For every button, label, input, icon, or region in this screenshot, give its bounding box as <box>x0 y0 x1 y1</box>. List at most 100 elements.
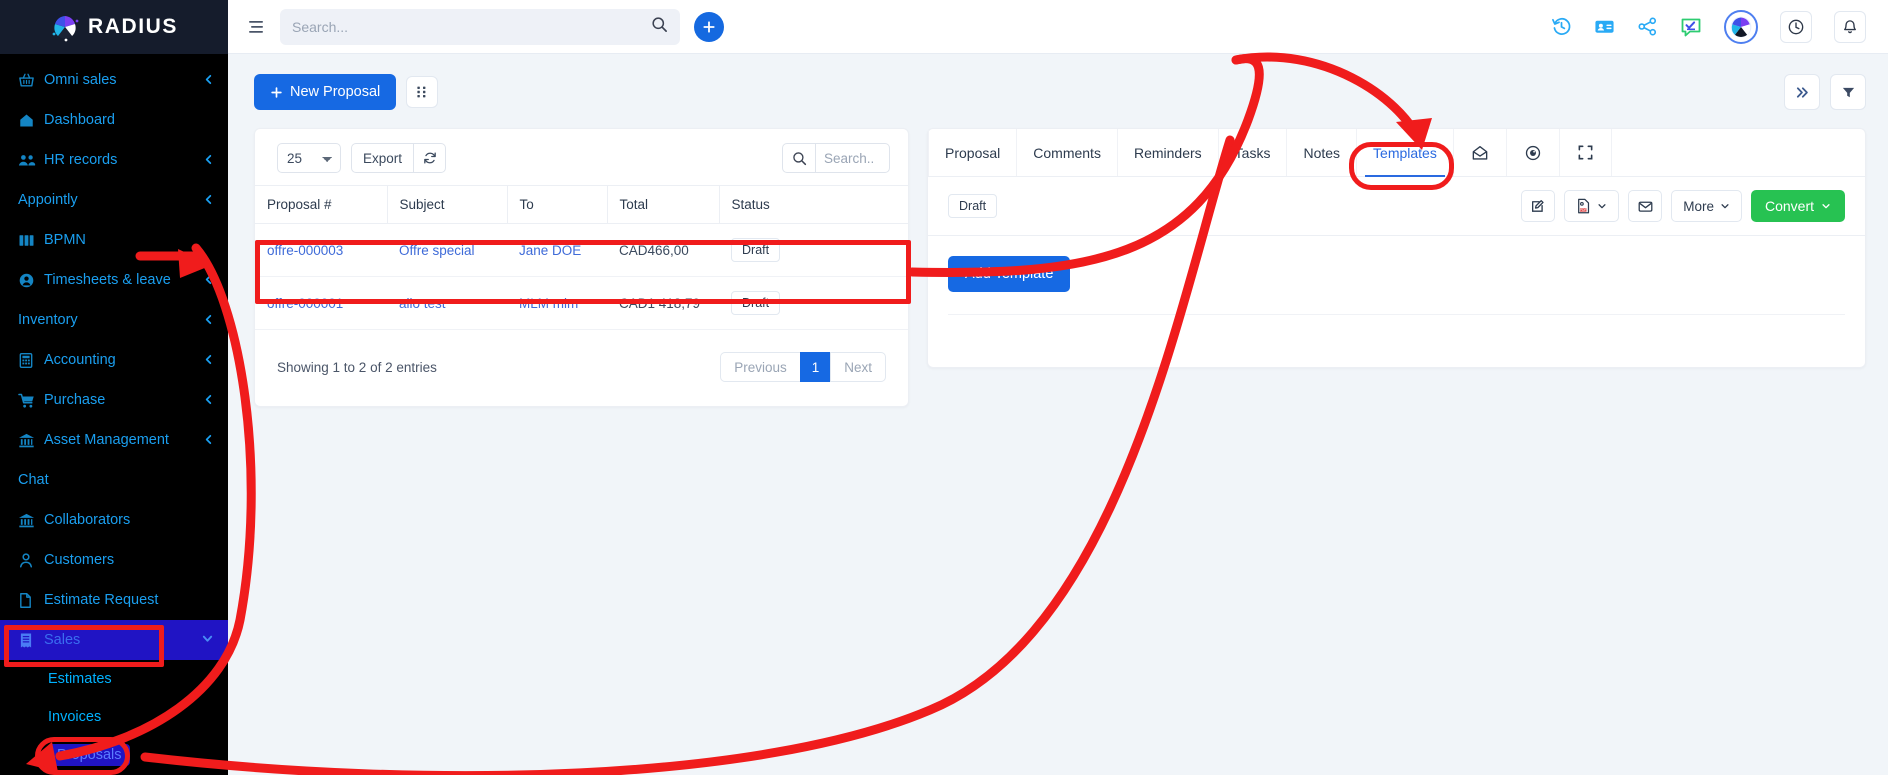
tab-notes[interactable]: Notes <box>1287 129 1358 176</box>
sidebar-item-chat[interactable]: Chat <box>0 460 228 500</box>
contact-card-icon[interactable] <box>1594 16 1615 37</box>
tab-tasks[interactable]: Tasks <box>1219 129 1288 176</box>
grid-view-icon[interactable] <box>406 76 439 108</box>
user-circle-icon <box>18 272 44 289</box>
sidebar-item-asset-management[interactable]: Asset Management <box>0 420 228 460</box>
sidebar-item-sales[interactable]: Sales <box>0 620 228 660</box>
cell-to-link[interactable]: Jane DOE <box>519 243 581 258</box>
tab-comments[interactable]: Comments <box>1017 129 1118 176</box>
table-row[interactable]: offre-000001 allo test MLM mlm CAD1 418,… <box>255 276 908 330</box>
user-avatar[interactable] <box>1724 9 1758 44</box>
history-icon[interactable] <box>1551 16 1572 37</box>
table-search-input[interactable] <box>816 143 890 173</box>
double-chevron-right-icon[interactable] <box>1784 74 1820 110</box>
pagination-previous[interactable]: Previous <box>720 352 800 382</box>
home-icon <box>18 112 44 129</box>
cell-to-link[interactable]: MLM mlm <box>519 296 578 311</box>
table-search-icon[interactable] <box>782 143 816 173</box>
add-template-button[interactable]: Add Template <box>948 256 1071 292</box>
detail-status-badge[interactable]: Draft <box>948 194 998 218</box>
sidebar-item-hr-records[interactable]: HR records <box>0 140 228 180</box>
export-button[interactable]: Export <box>351 143 415 173</box>
sidebar-item-label: Chat <box>18 472 49 488</box>
table-body: offre-000003 Offre special Jane DOE CAD4… <box>255 223 908 330</box>
convert-button[interactable]: Convert <box>1750 190 1845 222</box>
search-input[interactable] <box>292 18 651 35</box>
share-icon[interactable] <box>1637 16 1658 37</box>
envelope-icon[interactable] <box>1628 190 1663 222</box>
chevron-left-icon[interactable] <box>203 433 214 448</box>
tab-templates[interactable]: Templates <box>1357 129 1454 177</box>
cell-proposal-link[interactable]: offre-000001 <box>267 296 343 311</box>
chevron-down-icon <box>1598 204 1606 209</box>
fullscreen-icon[interactable] <box>1560 129 1612 176</box>
chevron-left-icon[interactable] <box>203 193 214 208</box>
cell-proposal-link[interactable]: offre-000003 <box>267 243 343 258</box>
chevron-left-icon[interactable] <box>203 73 214 88</box>
header-icon-group <box>1551 9 1866 44</box>
column-header-proposal[interactable]: Proposal # <box>255 185 388 224</box>
pdf-file-icon: PDF <box>1578 198 1590 214</box>
chevron-left-icon[interactable] <box>203 353 214 368</box>
column-header-status[interactable]: Status <box>719 185 908 224</box>
cell-subject-link[interactable]: allo test <box>399 296 446 311</box>
tab-proposal[interactable]: Proposal <box>928 129 1018 176</box>
chevron-left-icon[interactable] <box>203 153 214 168</box>
chevron-down-icon[interactable] <box>201 632 214 648</box>
sidebar-item-label: Timesheets & leave <box>44 272 171 288</box>
status-badge[interactable]: Draft <box>731 291 781 315</box>
sidebar-item-timesheets-leave[interactable]: Timesheets & leave <box>0 260 228 300</box>
table-row[interactable]: offre-000003 Offre special Jane DOE CAD4… <box>255 223 908 277</box>
sidebar-item-omni-sales[interactable]: Omni sales <box>0 60 228 100</box>
cell-subject-link[interactable]: Offre special <box>399 243 475 258</box>
sidebar-item-estimate-request[interactable]: Estimate Request <box>0 580 228 620</box>
sidebar-subitem-proposals[interactable]: Proposals <box>0 736 228 774</box>
eye-icon[interactable] <box>1507 129 1560 176</box>
more-button[interactable]: More <box>1671 190 1742 222</box>
sidebar: RADIUS Omni sales Dashboard HR records Appo… <box>0 0 228 775</box>
hamburger-menu-icon[interactable] <box>246 17 266 37</box>
new-proposal-label: New Proposal <box>290 84 381 100</box>
edit-pencil-icon[interactable] <box>1521 190 1556 222</box>
sidebar-subitem-invoices[interactable]: Invoices <box>0 698 228 736</box>
sidebar-item-accounting[interactable]: Accounting <box>0 340 228 380</box>
notification-bell-icon[interactable] <box>1834 10 1866 43</box>
sidebar-item-dashboard[interactable]: Dashboard <box>0 100 228 140</box>
chevron-left-icon[interactable] <box>203 313 214 328</box>
column-header-subject[interactable]: Subject <box>387 185 508 224</box>
proposal-detail-card: Proposal Comments Reminders Tasks Notes … <box>927 128 1866 368</box>
add-new-button[interactable] <box>694 11 724 42</box>
clock-icon[interactable] <box>1780 10 1812 43</box>
sidebar-item-inventory[interactable]: Inventory <box>0 300 228 340</box>
calculator-icon <box>18 352 44 369</box>
global-search[interactable] <box>280 8 680 45</box>
status-badge[interactable]: Draft <box>731 238 781 262</box>
sidebar-item-collaborators[interactable]: Collaborators <box>0 500 228 540</box>
pdf-download-button[interactable]: PDF <box>1564 190 1620 222</box>
table-toolbar: 25 Export <box>255 129 908 185</box>
pagination-next[interactable]: Next <box>830 352 886 382</box>
tab-reminders[interactable]: Reminders <box>1118 129 1219 176</box>
new-proposal-button[interactable]: New Proposal <box>254 74 397 110</box>
search-icon[interactable] <box>651 16 668 38</box>
sidebar-item-purchase[interactable]: Purchase <box>0 380 228 420</box>
chevron-left-icon[interactable] <box>203 393 214 408</box>
filter-icon[interactable] <box>1830 74 1866 110</box>
chat-check-icon[interactable] <box>1680 16 1702 38</box>
page-size-select[interactable]: 25 <box>277 143 341 173</box>
pagination-page-1[interactable]: 1 <box>799 352 831 382</box>
envelope-open-icon[interactable] <box>1454 129 1507 176</box>
cell-total: CAD466,00 <box>607 223 719 277</box>
brand-logo[interactable]: RADIUS <box>0 0 228 54</box>
toolbar-right-group <box>1784 74 1866 110</box>
sidebar-item-appointly[interactable]: Appointly <box>0 180 228 220</box>
sidebar-subitem-estimates[interactable]: Estimates <box>0 660 228 698</box>
column-header-total[interactable]: Total <box>607 185 720 224</box>
chevron-left-icon[interactable] <box>203 273 214 288</box>
panes-container: 25 Export Search.. Proposal # Subject To… <box>254 128 1866 407</box>
refresh-icon[interactable] <box>414 143 447 173</box>
sidebar-item-customers[interactable]: Customers <box>0 540 228 580</box>
sidebar-item-bpmn[interactable]: BPMN <box>0 220 228 260</box>
column-header-to[interactable]: To <box>507 185 608 224</box>
templates-empty-area <box>948 315 1845 367</box>
